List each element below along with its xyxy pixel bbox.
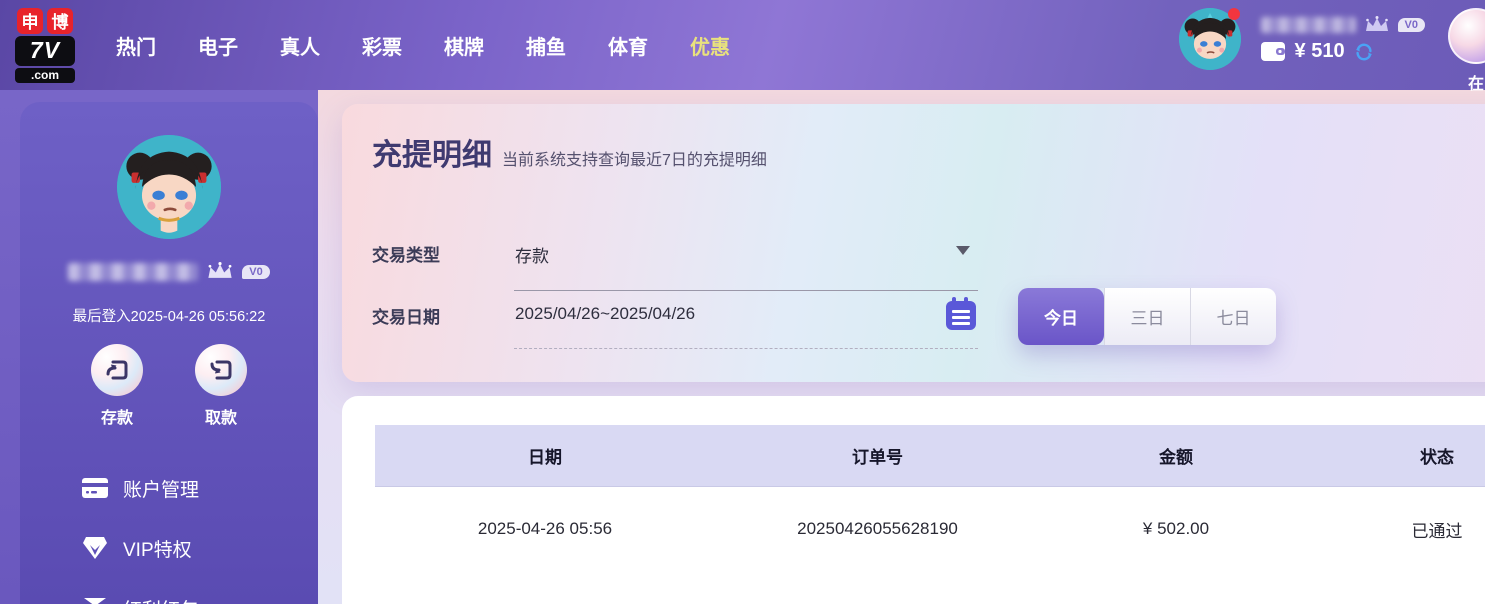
page: 申 博 7V .com 热门 电子 真人 彩票 棋牌 捕鱼 体育 优惠 V0 ¥… [0, 0, 1485, 604]
username-blurred [1260, 17, 1356, 33]
sidebar-menu: 账户管理 VIP特权 红利红包 [20, 458, 318, 604]
records-table-card: 日期 订单号 金额 状态 2025-04-26 05:56 2025042605… [342, 396, 1485, 604]
card-icon [82, 478, 108, 498]
tab-three-days[interactable]: 三日 [1104, 288, 1190, 345]
date-field-underline [514, 348, 978, 349]
table-header-order: 订单号 [852, 448, 903, 467]
user-avatar[interactable] [1178, 8, 1241, 70]
withdraw-label: 取款 [204, 410, 237, 427]
transaction-date-value[interactable]: 2025/04/26~2025/04/26 [515, 304, 695, 324]
sidebar-item-bonus[interactable]: 红利红包 [20, 578, 318, 604]
nav-item-fishing[interactable]: 捕鱼 [526, 31, 566, 60]
tab-seven-days[interactable]: 七日 [1190, 288, 1276, 345]
gift-icon [84, 598, 106, 604]
table-row: 2025-04-26 05:56 20250426055628190 ¥ 502… [375, 504, 1485, 554]
vip-icon [83, 537, 107, 559]
user-area: V0 ¥ 510 [1178, 8, 1425, 70]
brand-logo[interactable]: 申 博 7V .com [14, 7, 76, 83]
type-field-underline [514, 290, 978, 291]
sidebar-vip-crown-icon [208, 262, 232, 278]
brand-badge-2: 博 [47, 7, 73, 34]
main-content: 充提明细 当前系统支持查询最近7日的充提明细 交易类型 存款 交易日期 2025… [318, 90, 1485, 604]
sidebar-item-label: 账户管理 [123, 479, 200, 501]
transaction-type-label: 交易类型 [372, 246, 440, 265]
quick-actions: 存款 取款 [20, 344, 318, 428]
brand-badge-1: 申 [17, 7, 43, 34]
brand-badges: 申 博 [17, 7, 73, 34]
customer-service-button[interactable]: 在 [1441, 8, 1485, 94]
date-range-tabs: 今日 三日 七日 [1018, 288, 1276, 345]
left-column: V0 最后登入2025-04-26 05:56:22 存款 取款 账户管理 VI… [0, 90, 318, 604]
brand-name: 7V [15, 35, 75, 66]
page-title: 充提明细 [372, 139, 492, 172]
main-nav: 热门 电子 真人 彩票 棋牌 捕鱼 体育 优惠 [116, 31, 730, 60]
sidebar-avatar-image [117, 135, 221, 239]
withdraw-button[interactable]: 取款 [183, 344, 259, 428]
notification-dot [1227, 8, 1240, 20]
title-row: 充提明细 当前系统支持查询最近7日的充提明细 [372, 130, 767, 174]
table-header-status: 状态 [1420, 448, 1454, 467]
cell-order-no: 20250426055628190 [797, 519, 958, 538]
deposit-label: 存款 [100, 410, 133, 427]
sidebar-item-vip[interactable]: VIP特权 [20, 518, 318, 578]
cell-date: 2025-04-26 05:56 [477, 519, 613, 538]
nav-item-promo[interactable]: 优惠 [690, 31, 730, 60]
customer-service-label: 在 [1467, 76, 1484, 93]
sidebar-avatar[interactable] [117, 135, 221, 239]
nav-item-live[interactable]: 真人 [280, 31, 320, 60]
sidebar-username-blurred [68, 262, 199, 281]
user-name-row: V0 [1260, 16, 1425, 34]
sidebar-vip-level-badge: V0 [242, 264, 270, 279]
balance-row: ¥ 510 [1260, 40, 1425, 63]
filter-card: 充提明细 当前系统支持查询最近7日的充提明细 交易类型 存款 交易日期 2025… [342, 104, 1485, 382]
deposit-icon [91, 344, 143, 396]
page-subtitle: 当前系统支持查询最近7日的充提明细 [502, 152, 767, 169]
sidebar-item-label: 红利红包 [123, 595, 199, 604]
table-header-amount: 金额 [1159, 448, 1193, 467]
calendar-icon[interactable] [946, 297, 976, 330]
transaction-type-value[interactable]: 存款 [515, 242, 549, 267]
user-info: V0 ¥ 510 [1260, 8, 1425, 63]
vip-crown-icon [1365, 16, 1388, 31]
nav-item-slots[interactable]: 电子 [198, 31, 238, 60]
last-login-text: 最后登入2025-04-26 05:56:22 [72, 309, 266, 325]
sidebar: V0 最后登入2025-04-26 05:56:22 存款 取款 账户管理 VI… [20, 102, 318, 604]
cell-amount: ¥ 502.00 [1142, 519, 1210, 538]
nav-item-hot[interactable]: 热门 [116, 31, 156, 60]
nav-item-sports[interactable]: 体育 [608, 31, 648, 60]
tab-today[interactable]: 今日 [1018, 288, 1104, 345]
withdraw-icon [195, 344, 247, 396]
customer-service-icon [1448, 8, 1485, 64]
table-header-date: 日期 [528, 448, 562, 467]
refresh-balance-icon[interactable] [1353, 41, 1375, 63]
top-nav: 申 博 7V .com 热门 电子 真人 彩票 棋牌 捕鱼 体育 优惠 V0 ¥… [0, 0, 1485, 93]
nav-item-cards[interactable]: 棋牌 [444, 31, 484, 60]
cell-status: 已通过 [1411, 521, 1463, 541]
sidebar-item-label: VIP特权 [123, 539, 192, 561]
chevron-down-icon[interactable] [956, 246, 970, 255]
nav-item-lottery[interactable]: 彩票 [362, 31, 402, 60]
sidebar-item-account[interactable]: 账户管理 [20, 458, 318, 518]
vip-level-badge: V0 [1397, 18, 1425, 32]
brand-tld: .com [15, 67, 75, 83]
table-header-row: 日期 订单号 金额 状态 [375, 425, 1485, 487]
deposit-button[interactable]: 存款 [79, 344, 155, 428]
sidebar-username-row: V0 [20, 262, 318, 281]
wallet-icon [1260, 42, 1285, 61]
transaction-date-label: 交易日期 [372, 308, 440, 327]
balance-amount: ¥ 510 [1294, 40, 1345, 62]
